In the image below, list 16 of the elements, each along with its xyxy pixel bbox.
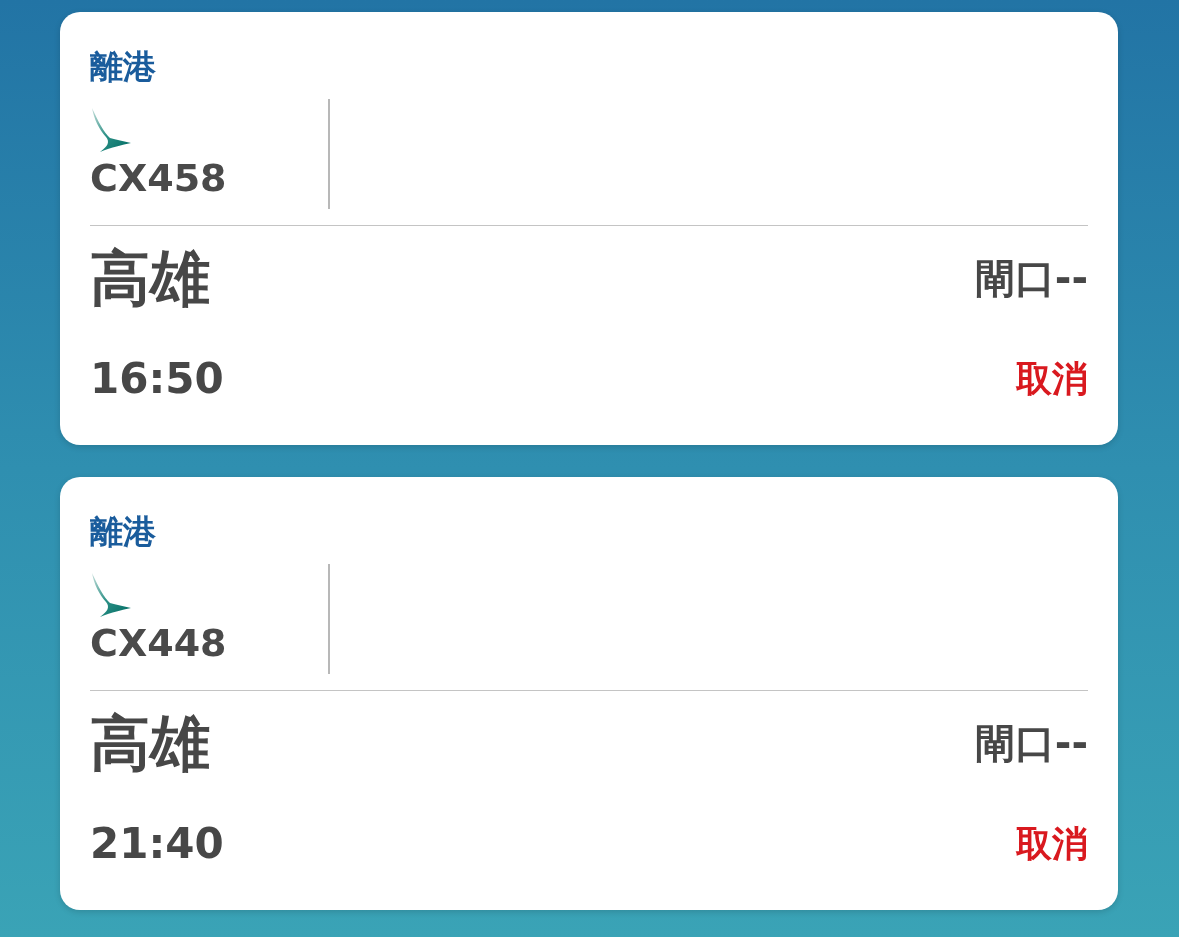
direction-label: 離港 bbox=[90, 50, 156, 83]
gate-label: 閘口-- bbox=[974, 723, 1088, 763]
flight-card[interactable]: 離港 CX458 高雄 閘口-- 16:50 取消 bbox=[60, 12, 1118, 445]
direction-label: 離港 bbox=[90, 515, 156, 548]
flight-number: CX458 bbox=[90, 159, 227, 197]
gate-label: 閘口-- bbox=[974, 258, 1088, 298]
bird-logo-icon bbox=[90, 107, 132, 153]
destination-city: 高雄 bbox=[90, 713, 210, 773]
bird-logo-icon bbox=[90, 572, 132, 618]
departure-time: 21:40 bbox=[90, 823, 224, 865]
flight-number: CX448 bbox=[90, 624, 227, 662]
status-label: 取消 bbox=[1016, 361, 1088, 397]
flight-card[interactable]: 離港 CX448 高雄 閘口-- 21:40 取消 bbox=[60, 477, 1118, 910]
destination-city: 高雄 bbox=[90, 248, 210, 308]
status-label: 取消 bbox=[1016, 826, 1088, 862]
departure-time: 16:50 bbox=[90, 358, 224, 400]
